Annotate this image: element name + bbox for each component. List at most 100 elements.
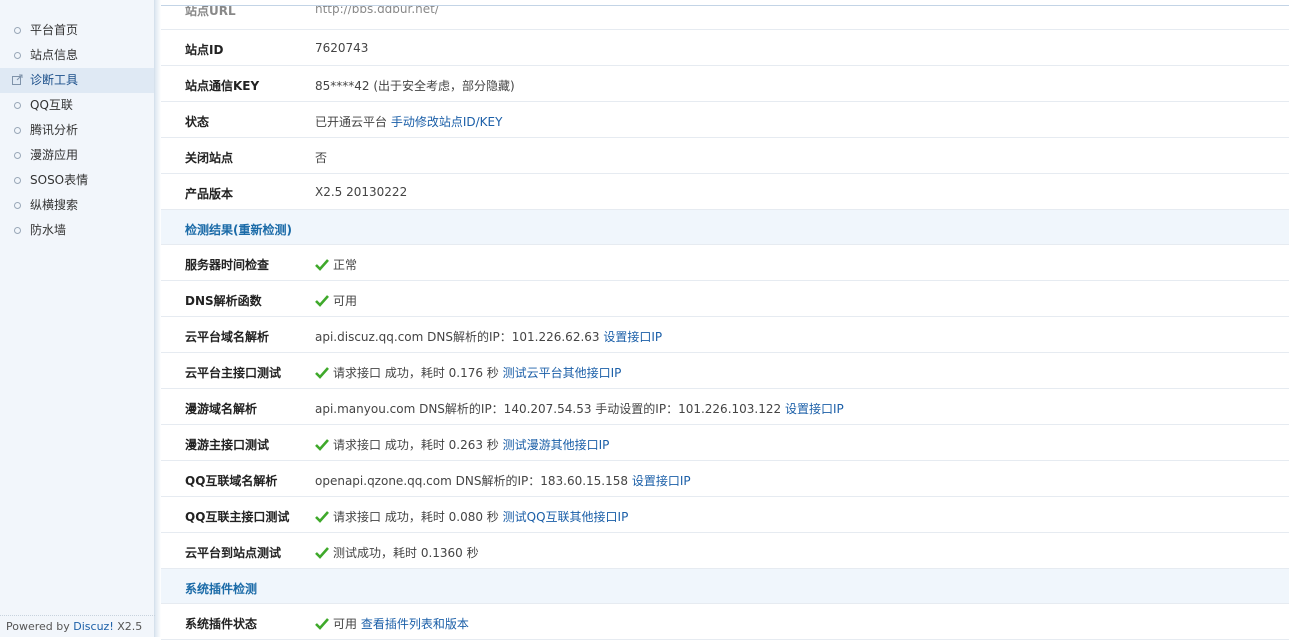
row-label: 系统插件状态 — [185, 617, 258, 631]
set-cloud-ip-link[interactable]: 设置接口IP — [603, 330, 662, 344]
row-value: api.discuz.qq.com DNS解析的IP：101.226.62.63… — [315, 328, 662, 345]
check-icon — [315, 511, 329, 523]
product-version-value: X2.5 20130222 — [315, 185, 408, 199]
table-row: 站点ID 7620743 — [161, 30, 1289, 66]
section-header-detect-results: 检测结果(重新检测) — [161, 210, 1289, 245]
status-text: 可用 — [333, 617, 358, 631]
table-row: 漫游主接口测试 请求接口 成功，耗时 0.263 秒 测试漫游其他接口IP — [161, 425, 1289, 461]
table-row: 系统插件状态 可用 查看插件列表和版本 — [161, 604, 1289, 640]
discuz-brand-link[interactable]: Discuz! — [73, 620, 113, 633]
status-text: 请求接口 成功，耗时 0.263 秒 — [333, 438, 499, 452]
version-text: X2.5 — [117, 620, 143, 633]
check-icon — [315, 295, 329, 307]
status-text: 测试成功，耗时 0.1360 秒 — [333, 546, 479, 560]
table-row: 站点通信KEY 85****42 (出于安全考虑，部分隐藏) — [161, 66, 1289, 102]
table-row: 产品版本 X2.5 20130222 — [161, 174, 1289, 210]
bullet-icon — [14, 102, 21, 109]
row-label: 产品版本 — [185, 187, 234, 201]
row-value: 已开通云平台 手动修改站点ID/KEY — [315, 113, 502, 130]
sidebar-item-diagnostic-tools[interactable]: 诊断工具 — [0, 68, 154, 93]
row-value: 可用 查看插件列表和版本 — [315, 615, 469, 632]
sidebar-item-label: 腾讯分析 — [30, 123, 79, 137]
sidebar-item-search[interactable]: 纵横搜索 — [0, 193, 154, 218]
row-label: 云平台到站点测试 — [185, 546, 282, 560]
bullet-icon — [14, 202, 21, 209]
powered-by-footer: Powered by Discuz! X2.5 — [0, 615, 155, 633]
sidebar-item-label: 纵横搜索 — [30, 198, 79, 212]
row-label: QQ互联域名解析 — [185, 474, 278, 488]
powered-by-text: Powered by — [6, 620, 70, 633]
row-label: 云平台域名解析 — [185, 330, 270, 344]
test-manyou-ip-link[interactable]: 测试漫游其他接口IP — [503, 438, 610, 452]
check-icon — [315, 618, 329, 630]
row-label: QQ互联主接口测试 — [185, 510, 290, 524]
sidebar-item-firewall[interactable]: 防水墙 — [0, 218, 154, 243]
sidebar-item-label: 防水墙 — [30, 223, 67, 237]
set-manyou-ip-link[interactable]: 设置接口IP — [785, 402, 844, 416]
row-label: 关闭站点 — [185, 151, 234, 165]
row-label: DNS解析函数 — [185, 294, 262, 308]
bullet-icon — [14, 227, 21, 234]
table-row: 状态 已开通云平台 手动修改站点ID/KEY — [161, 102, 1289, 138]
bullet-icon — [14, 52, 21, 59]
row-label: 站点ID — [185, 43, 224, 57]
table-row: 漫游域名解析 api.manyou.com DNS解析的IP：140.207.5… — [161, 389, 1289, 425]
status-text: 可用 — [333, 294, 358, 308]
site-key-value: 85****42 (出于安全考虑，部分隐藏) — [315, 79, 515, 93]
table-row: 云平台到站点测试 测试成功，耗时 0.1360 秒 — [161, 533, 1289, 569]
sidebar-item-label: 平台首页 — [30, 23, 79, 37]
table-row: QQ互联主接口测试 请求接口 成功，耗时 0.080 秒 测试QQ互联其他接口I… — [161, 497, 1289, 533]
dns-result-text: api.discuz.qq.com DNS解析的IP：101.226.62.63 — [315, 330, 600, 344]
status-text: 正常 — [333, 258, 358, 272]
table-row: 云平台域名解析 api.discuz.qq.com DNS解析的IP：101.2… — [161, 317, 1289, 353]
row-label: 站点通信KEY — [185, 79, 260, 93]
sidebar-item-label: 站点信息 — [30, 48, 79, 62]
row-label: 漫游域名解析 — [185, 402, 258, 416]
row-value: 请求接口 成功，耗时 0.263 秒 测试漫游其他接口IP — [315, 436, 609, 453]
check-icon — [315, 439, 329, 451]
bullet-icon — [14, 177, 21, 184]
bullet-icon — [14, 127, 21, 134]
sidebar-item-label: SOSO表情 — [30, 173, 89, 187]
status-text: 请求接口 成功，耗时 0.176 秒 — [333, 366, 499, 380]
status-text: 已开通云平台 — [315, 115, 388, 129]
row-label: 服务器时间检查 — [185, 258, 270, 272]
check-icon — [315, 547, 329, 559]
dns-result-text: api.manyou.com DNS解析的IP：140.207.54.53 手动… — [315, 402, 782, 416]
table-row: DNS解析函数 可用 — [161, 281, 1289, 317]
external-link-icon — [12, 74, 23, 85]
table-row: 云平台主接口测试 请求接口 成功，耗时 0.176 秒 测试云平台其他接口IP — [161, 353, 1289, 389]
sidebar: 平台首页 站点信息 诊断工具 QQ互联 腾讯分析 漫游应用 SOSO表情 纵横搜… — [0, 0, 155, 637]
row-value: 可用 — [315, 292, 357, 309]
sidebar-item-tencent-analytics[interactable]: 腾讯分析 — [0, 118, 154, 143]
redetect-link[interactable]: 检测结果(重新检测) — [185, 221, 292, 238]
row-value: api.manyou.com DNS解析的IP：140.207.54.53 手动… — [315, 400, 844, 417]
sidebar-item-label: 诊断工具 — [30, 73, 79, 87]
dns-result-text: openapi.qzone.qq.com DNS解析的IP：183.60.15.… — [315, 474, 629, 488]
diagnostic-panel: 站点URL http://bbs.ddbur.net/ 站点ID 7620743… — [161, 0, 1289, 640]
row-value: openapi.qzone.qq.com DNS解析的IP：183.60.15.… — [315, 472, 691, 489]
row-value: 请求接口 成功，耗时 0.176 秒 测试云平台其他接口IP — [315, 364, 621, 381]
test-qq-ip-link[interactable]: 测试QQ互联其他接口IP — [503, 510, 629, 524]
check-icon — [315, 367, 329, 379]
test-cloud-ip-link[interactable]: 测试云平台其他接口IP — [503, 366, 622, 380]
edit-site-id-key-link[interactable]: 手动修改站点ID/KEY — [391, 115, 503, 129]
sidebar-item-site-info[interactable]: 站点信息 — [0, 43, 154, 68]
view-plugin-list-link[interactable]: 查看插件列表和版本 — [361, 617, 469, 631]
row-label: 云平台主接口测试 — [185, 366, 282, 380]
bullet-icon — [14, 27, 21, 34]
sidebar-item-qq-connect[interactable]: QQ互联 — [0, 93, 154, 118]
bullet-icon — [14, 152, 21, 159]
sidebar-item-soso-emoticons[interactable]: SOSO表情 — [0, 168, 154, 193]
sidebar-nav: 平台首页 站点信息 诊断工具 QQ互联 腾讯分析 漫游应用 SOSO表情 纵横搜… — [0, 0, 154, 243]
sidebar-item-platform-home[interactable]: 平台首页 — [0, 18, 154, 43]
sidebar-item-manyou-apps[interactable]: 漫游应用 — [0, 143, 154, 168]
set-qq-ip-link[interactable]: 设置接口IP — [632, 474, 691, 488]
top-border — [161, 0, 1289, 6]
status-text: 请求接口 成功，耗时 0.080 秒 — [333, 510, 499, 524]
section-title: 系统插件检测 — [185, 582, 258, 596]
sidebar-item-label: QQ互联 — [30, 98, 73, 112]
row-label: 漫游主接口测试 — [185, 438, 270, 452]
row-value: 正常 — [315, 256, 357, 273]
table-row: QQ互联域名解析 openapi.qzone.qq.com DNS解析的IP：1… — [161, 461, 1289, 497]
